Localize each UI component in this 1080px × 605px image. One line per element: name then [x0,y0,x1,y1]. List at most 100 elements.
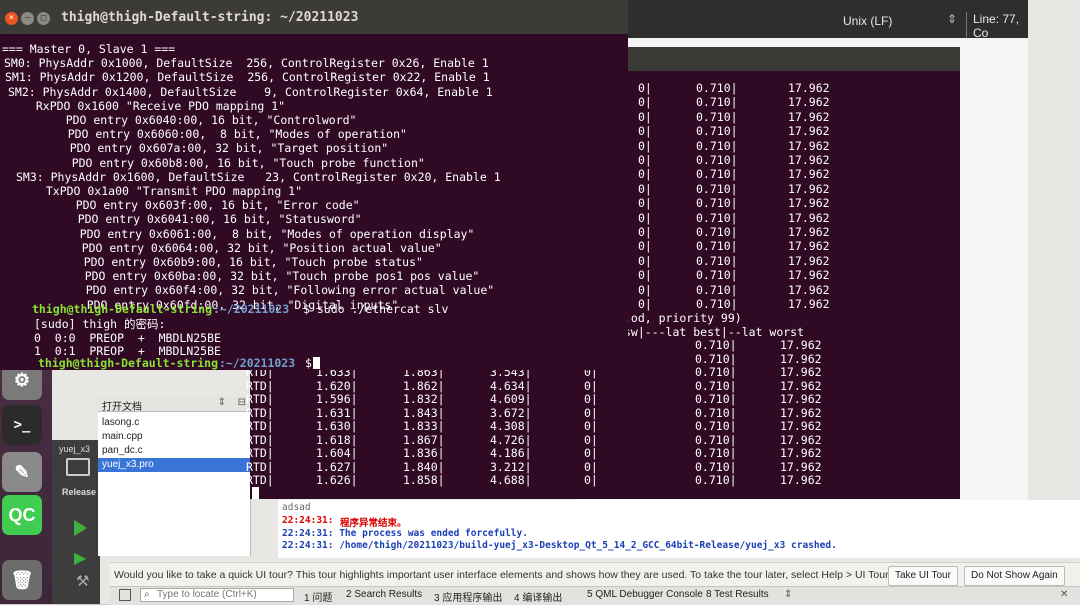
latency-cell: 0.710| [696,124,738,139]
build-config-label[interactable]: Release [62,487,96,497]
hammer-icon[interactable]: ⚒ [76,572,89,590]
locator-input[interactable]: ⌕ Type to locate (Ctrl+K) [140,588,294,602]
open-document-item-selected[interactable]: yuej_x3.pro [98,458,250,472]
latency-cell: 0.710| [696,167,738,182]
terminal-output-line: PDO entry 0x6061:00, 8 bit, "Modes of op… [52,226,475,241]
latency-cell: 0.710| [696,282,738,297]
latency-cell: 0| [638,81,652,95]
chevron-updown-icon[interactable]: ⇕ [784,589,792,600]
trash-launcher-icon[interactable]: 🗑 [2,560,42,600]
latency-cell: 0.710| [696,196,738,211]
prompt-command: $ [305,356,312,370]
debug-run-icon[interactable]: ▶ [74,548,86,568]
line-ending-selector[interactable]: Unix (LF) [843,14,892,28]
take-ui-tour-button[interactable]: Take UI Tour [888,566,958,586]
latency-cell: 17.962 [780,432,822,447]
tab-application-output[interactable]: 3 应用程序输出 [434,589,502,604]
terminal-output-line: PDO entry 0x6040:00, 16 bit, "Controlwor… [38,113,357,127]
output-line: adsad [282,502,311,513]
latency-cell: 1.843| [403,405,445,420]
latency-cell: 17.962 [788,253,830,268]
output-error-time: 22:24:31: [282,515,334,526]
maximize-window-icon[interactable]: □ [37,12,50,25]
open-document-item[interactable]: lasong.c [98,416,250,430]
latency-cell: 0.710| [695,405,737,420]
latency-cell: 17.962 [780,351,822,366]
terminal-window-ethercat[interactable]: × – □ thigh@thigh-Default-string: ~/2021… [0,0,628,370]
chevron-updown-icon[interactable]: ⇕ [947,12,957,26]
do-not-show-again-button[interactable]: Do Not Show Again [964,566,1065,586]
prompt-command: $ sudo ./ethercat slv [303,302,449,316]
close-window-icon[interactable]: × [5,12,18,25]
output-error-message: 程序异常结束。 [340,518,407,529]
latency-cell: 0| [638,124,652,139]
terminal-output-line: SM1: PhysAddr 0x1200, DefaultSize 256, C… [5,70,490,85]
tab-compile-output[interactable]: 4 编译输出 [514,589,562,604]
status-bar: ⌕ Type to locate (Ctrl+K) 1 问题 2 Search … [110,586,1080,605]
latency-cell: 0| [638,253,652,268]
kit-label: yuej_x3 [59,444,91,454]
tab-test-results[interactable]: 8 Test Results [706,589,769,600]
latency-cell: 17.962 [788,239,830,254]
terminal-output-line: PDO entry 0x6064:00, 32 bit, "Position a… [54,240,442,255]
latency-cell: 17.962 [780,365,822,379]
terminal-output-line: PDO entry 0x60ba:00, 32 bit, "Touch prob… [57,269,480,284]
terminal-output-line: SM3: PhysAddr 0x1600, DefaultSize 23, Co… [16,169,501,184]
latency-cell: 4.308| [490,419,532,433]
close-icon[interactable]: ✕ [1060,589,1068,600]
terminal-text: .od, priority 99) [624,311,742,325]
terminal-launcher-icon[interactable]: >_ [2,405,42,445]
latency-cell: 17.962 [788,109,830,124]
latency-cell: 1.626| [316,473,358,487]
ui-tour-message: Would you like to take a quick UI tour? … [114,569,891,581]
latency-cell: 17.962 [780,378,822,393]
latency-cell: 0.710| [696,253,738,268]
tab-issues[interactable]: 1 问题 [304,589,332,604]
terminal-title: thigh@thigh-Default-string: ~/20211023 [61,10,359,25]
latency-cell: 17.962 [780,419,822,433]
latency-cell: 0| [638,95,652,110]
latency-cell: 0| [638,181,652,196]
latency-cell: 0.710| [695,459,737,474]
latency-cell: 0| [584,419,598,433]
qtcreator-launcher-icon[interactable]: QC [2,495,42,535]
latency-cell: 3.672| [490,405,532,420]
sidebar-toggle-icon[interactable] [119,589,131,601]
terminal-output-line: PDO entry 0x6060:00, 8 bit, "Modes of op… [40,127,407,142]
latency-cell: 17.962 [788,210,830,225]
latency-cell: 1.618| [316,432,358,447]
locator-placeholder: Type to locate (Ctrl+K) [157,589,257,600]
latency-cell: 0| [584,378,598,393]
latency-cell: 4.634| [490,378,532,393]
open-document-item[interactable]: main.cpp [98,430,250,444]
latency-cell: 17.962 [788,95,830,110]
open-documents-title: 打开文档 [102,402,142,413]
latency-cell: 0.710| [696,268,738,283]
minimize-window-icon[interactable]: – [21,12,34,25]
latency-cell: 0| [638,210,652,225]
open-document-item[interactable]: pan_dc.c [98,444,250,458]
prompt-path: :~/20211023 [219,356,296,370]
latency-cell: 17.962 [780,459,822,474]
latency-cell: 17.962 [780,405,822,420]
latency-cell: 17.962 [788,138,830,153]
terminal-titlebar[interactable]: × – □ thigh@thigh-Default-string: ~/2021… [0,0,628,34]
terminal-output-line: PDO entry 0x6041:00, 16 bit, "Statusword… [50,212,362,227]
sort-arrows-icon[interactable]: ⇕ [218,397,226,408]
latency-cell: 1.604| [316,446,358,460]
latency-cell: RTD| [246,378,274,393]
monitor-icon[interactable] [66,458,90,476]
split-icon[interactable]: ⊟ [238,397,246,408]
tab-qml-debugger-console[interactable]: 5 QML Debugger Console [587,589,703,600]
latency-cell: 4.186| [490,446,532,460]
latency-cell: 0.710| [696,95,738,110]
run-icon[interactable] [74,520,87,536]
terminal-output-line: === Master 0, Slave 1 === [2,42,176,56]
latency-cell: 17.962 [780,338,822,352]
latency-cell: 0| [584,473,598,487]
text-editor-launcher-icon[interactable]: ✎ [2,452,42,492]
output-info-line: 22:24:31: The process was ended forceful… [282,528,528,539]
application-output-pane: adsad 22:24:31: 程序异常结束。 22:24:31: The pr… [278,500,1080,558]
tab-search-results[interactable]: 2 Search Results [346,589,422,600]
terminal-output-line: PDO entry 0x60f4:00, 32 bit, "Following … [58,283,495,298]
